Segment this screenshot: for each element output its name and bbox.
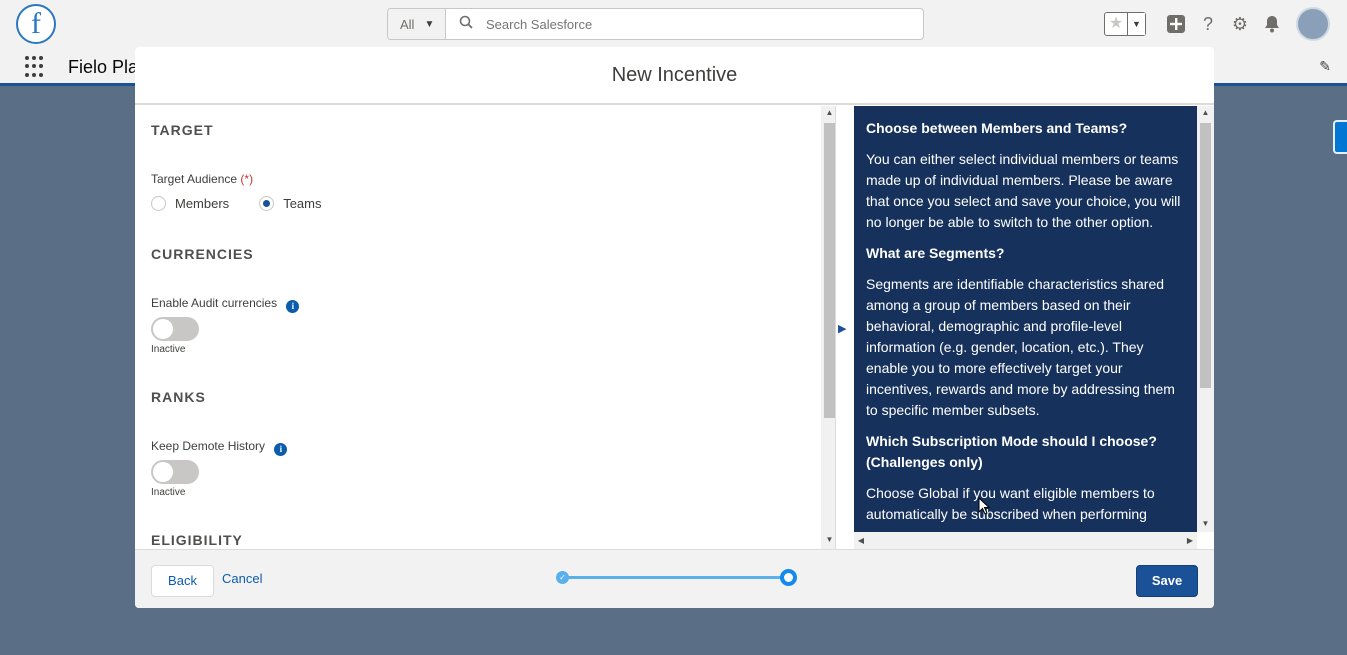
app-name: Fielo Pla [68, 57, 139, 77]
modal-header: New Incentive [135, 47, 1214, 105]
audit-currencies-toggle[interactable] [151, 317, 199, 341]
global-search: All ▼ [387, 8, 924, 40]
section-title-currencies: CURRENCIES [151, 246, 254, 262]
help-pane: Choose between Members and Teams? You ca… [854, 106, 1214, 549]
gear-icon[interactable]: ⚙ [1230, 14, 1250, 34]
help-answer: Choose Global if you want eligible membe… [866, 485, 1155, 522]
side-panel-tab[interactable] [1333, 120, 1347, 154]
required-marker: (*) [240, 172, 254, 186]
modal-body: TARGET Target Audience (*) Members Teams… [135, 106, 1214, 549]
target-audience-label-text: Target Audience [151, 172, 238, 186]
modal-title: New Incentive [611, 64, 738, 86]
favorites-button[interactable]: ★ ▼ [1104, 12, 1146, 36]
target-audience-label: Target Audience (*) [151, 172, 253, 186]
help-question: What are Segments? [866, 245, 1005, 261]
help-vertical-scrollbar[interactable]: ▲ ▼ [1197, 106, 1214, 532]
cancel-link[interactable]: Cancel [222, 571, 262, 586]
search-scope-dropdown[interactable]: All ▼ [388, 9, 446, 39]
app-logo[interactable]: f [16, 4, 56, 44]
scroll-left-arrow[interactable]: ◀ [854, 532, 868, 549]
mouse-cursor-icon [978, 497, 990, 515]
audit-currencies-label: Enable Audit currencies i [151, 296, 300, 313]
demote-history-label-text: Keep Demote History [151, 439, 266, 453]
chevron-down-icon: ▼ [424, 18, 435, 30]
star-icon: ★ [1108, 15, 1124, 32]
modal-footer: Back Cancel ✓ Save [135, 549, 1214, 608]
global-header: f All ▼ ★ ▼ ? ⚙ [0, 0, 1347, 48]
info-icon[interactable]: i [286, 300, 300, 313]
header-actions: ★ ▼ ? ⚙ [1104, 0, 1347, 48]
radio-members-label: Members [175, 196, 230, 211]
save-button[interactable]: Save [1136, 565, 1198, 597]
scroll-up-arrow[interactable]: ▲ [1197, 106, 1214, 120]
demote-history-label: Keep Demote History i [151, 439, 288, 456]
radio-option-members[interactable]: Members [151, 196, 229, 211]
chevron-right-icon[interactable]: ▶ [838, 322, 846, 335]
pencil-icon[interactable]: ✎ [1319, 58, 1331, 75]
step-current-indicator[interactable] [780, 569, 797, 586]
plus-icon[interactable] [1166, 14, 1186, 34]
section-title-eligibility: ELIGIBILITY [151, 532, 243, 548]
help-question: Which Subscription Mode should I choose?… [866, 433, 1157, 470]
demote-history-state: Inactive [151, 487, 186, 498]
scroll-down-arrow[interactable]: ▼ [1197, 517, 1214, 531]
bell-icon[interactable] [1262, 14, 1282, 34]
search-scope-label: All [400, 16, 415, 32]
audit-currencies-state: Inactive [151, 344, 186, 355]
info-icon[interactable]: i [274, 443, 288, 456]
audit-currencies-label-text: Enable Audit currencies [151, 296, 278, 310]
form-scrollbar-thumb[interactable] [824, 123, 835, 418]
radio-teams[interactable] [259, 196, 275, 211]
demote-history-toggle[interactable] [151, 460, 199, 484]
wizard-progress: ✓ [556, 568, 800, 588]
app-launcher-icon[interactable] [25, 56, 47, 78]
help-content: Choose between Members and Teams? You ca… [854, 106, 1197, 532]
section-title-target: TARGET [151, 122, 214, 138]
help-horizontal-scrollbar[interactable]: ◀ ▶ [854, 532, 1197, 549]
help-question: Choose between Members and Teams? [866, 120, 1128, 136]
back-button[interactable]: Back [151, 565, 214, 597]
search-input[interactable] [486, 16, 886, 32]
radio-teams-label: Teams [283, 196, 322, 211]
user-avatar[interactable] [1296, 7, 1330, 41]
help-answer: You can either select individual members… [866, 151, 1181, 230]
scroll-right-arrow[interactable]: ▶ [1183, 532, 1197, 549]
step-complete-check-icon[interactable]: ✓ [556, 571, 569, 584]
new-incentive-modal: New Incentive TARGET Target Audience (*)… [135, 47, 1214, 608]
help-scrollbar-thumb[interactable] [1200, 123, 1211, 388]
search-icon [446, 15, 486, 34]
question-icon[interactable]: ? [1198, 14, 1218, 34]
progress-track [562, 576, 790, 579]
radio-option-teams[interactable]: Teams [259, 196, 321, 211]
section-title-ranks: RANKS [151, 389, 206, 405]
favorites-dropdown-icon[interactable]: ▼ [1127, 13, 1145, 35]
help-answer: Segments are identifiable characteristic… [866, 276, 1175, 418]
radio-members[interactable] [151, 196, 166, 211]
target-audience-radio-group: Members Teams [151, 196, 351, 211]
